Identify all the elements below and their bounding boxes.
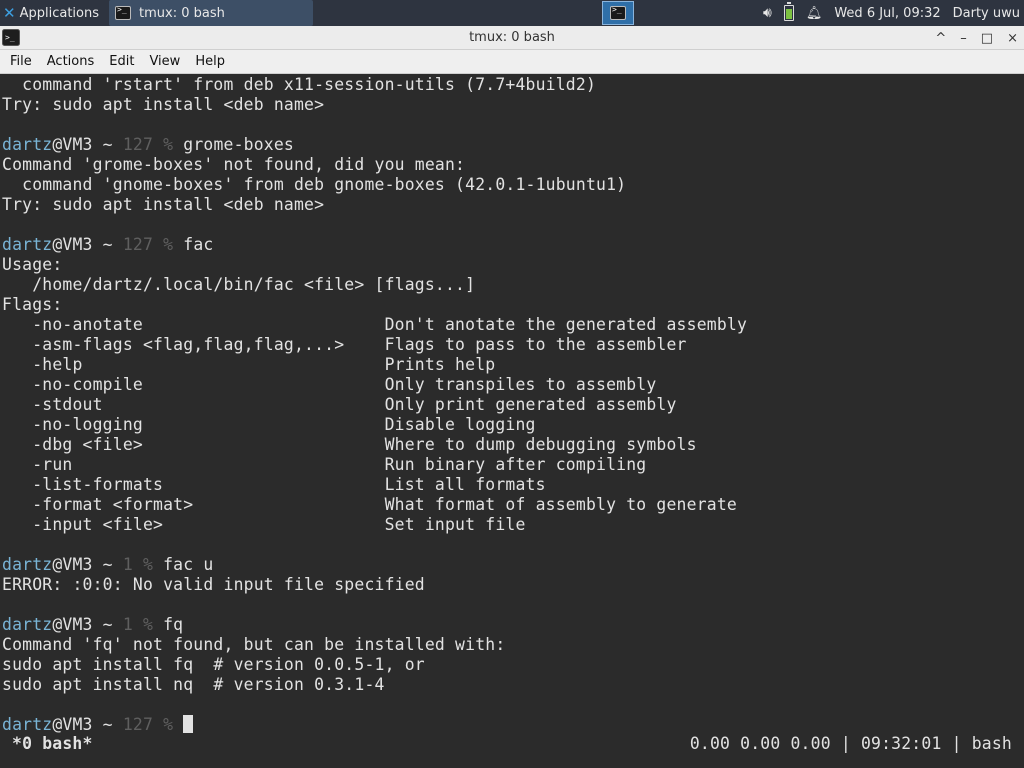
exit-code: 127 %	[122, 235, 184, 254]
output-line: Flags:	[2, 295, 63, 314]
terminal-icon	[115, 5, 131, 20]
exit-code: 1 %	[122, 555, 164, 574]
prompt-host: @VM3 ~	[52, 555, 123, 574]
terminal-window-icon: >_	[2, 29, 20, 46]
taskbar-window-button[interactable]: tmux: 0 bash	[109, 0, 313, 26]
output-line: Command 'grome-boxes' not found, did you…	[2, 155, 466, 174]
taskbar-window-label: tmux: 0 bash	[139, 5, 225, 21]
terminal-area[interactable]: command 'rstart' from deb x11-session-ut…	[0, 75, 1024, 768]
window-title: tmux: 0 bash	[469, 30, 555, 45]
output-line: -stdout Only print generated assembly	[2, 395, 677, 414]
output-line: sudo apt install fq # version 0.0.5-1, o…	[2, 655, 425, 674]
command: fq	[163, 615, 184, 634]
output-line: -asm-flags <flag,flag,flag,...> Flags to…	[2, 335, 687, 354]
user-menu[interactable]: Darty uwu	[953, 6, 1020, 21]
prompt-host: @VM3 ~	[52, 235, 123, 254]
window-titlebar[interactable]: >_ tmux: 0 bash ^ – □ ×	[0, 26, 1024, 50]
output-line: command 'rstart' from deb x11-session-ut…	[2, 75, 597, 94]
output-line: sudo apt install nq # version 0.3.1-4	[2, 675, 385, 694]
text-cursor	[183, 715, 194, 733]
exit-code: 1 %	[122, 615, 164, 634]
prompt-line: dartz@VM3 ~ 127 % grome-boxes	[2, 135, 294, 155]
menubar: File Actions Edit View Help	[0, 50, 1024, 74]
exit-code: 127 %	[122, 135, 184, 154]
notification-bell-icon[interactable]: 🔔︎	[806, 6, 823, 21]
applications-label: Applications	[19, 5, 99, 21]
tmux-status-right: 0.00 0.00 0.00 | 09:32:01 | bash	[689, 734, 1012, 753]
shade-button[interactable]: ^	[935, 31, 946, 46]
output-line: Usage:	[2, 255, 63, 274]
output-line: Try: sudo apt install <deb name>	[2, 95, 325, 114]
menu-edit[interactable]: Edit	[99, 54, 139, 69]
output-line: ERROR: :0:0: No valid input file specifi…	[2, 575, 425, 594]
tmux-status-bar: *0 bash* 0.00 0.00 0.00 | 09:32:01 | bas…	[0, 734, 1024, 754]
menu-view[interactable]: View	[139, 54, 185, 69]
prompt-host: @VM3 ~	[52, 615, 123, 634]
applications-menu-button[interactable]: ✕ Applications	[0, 0, 105, 26]
command: fac u	[163, 555, 214, 574]
output-line: /home/dartz/.local/bin/fac <file> [flags…	[2, 275, 476, 294]
battery-icon[interactable]	[783, 2, 794, 21]
prompt-line: dartz@VM3 ~ 127 % fac	[2, 235, 213, 255]
clock[interactable]: Wed 6 Jul, 09:32	[834, 6, 940, 21]
window-controls: ^ – □ ×	[935, 26, 1018, 50]
prompt-line: dartz@VM3 ~ 1 % fac u	[2, 555, 213, 575]
menu-help[interactable]: Help	[185, 54, 230, 69]
output-line: -input <file> Set input file	[2, 515, 526, 534]
xfce-logo-icon: ✕	[3, 4, 16, 22]
output-line: -no-compile Only transpiles to assembly	[2, 375, 657, 394]
output-line: -list-formats List all formats	[2, 475, 546, 494]
exit-code: 127 %	[122, 715, 184, 734]
prompt-host: @VM3 ~	[52, 135, 123, 154]
menu-file[interactable]: File	[0, 54, 37, 69]
output-line: -run Run binary after compiling	[2, 455, 647, 474]
system-tray: 🔊︎ 🔔︎ Wed 6 Jul, 09:32 Darty uwu	[763, 0, 1024, 26]
prompt-user: dartz	[2, 555, 53, 574]
command: grome-boxes	[183, 135, 294, 154]
prompt-user: dartz	[2, 615, 53, 634]
output-line: command 'gnome-boxes' from deb gnome-box…	[2, 175, 627, 194]
volume-icon[interactable]: 🔊︎	[763, 5, 772, 21]
prompt-user: dartz	[2, 135, 53, 154]
minimize-button[interactable]: –	[960, 31, 967, 46]
command: fac	[183, 235, 214, 254]
output-line: -no-logging Disable logging	[2, 415, 536, 434]
prompt-line: dartz@VM3 ~ 1 % fq	[2, 615, 183, 635]
prompt-line: dartz@VM3 ~ 127 %	[2, 715, 194, 735]
maximize-button[interactable]: □	[981, 31, 993, 46]
prompt-user: dartz	[2, 235, 53, 254]
prompt-user: dartz	[2, 715, 53, 734]
menu-actions[interactable]: Actions	[37, 54, 100, 69]
top-panel: ✕ Applications tmux: 0 bash 🔊︎ 🔔︎ Wed 6 …	[0, 0, 1024, 26]
workspace-switcher[interactable]	[602, 1, 634, 25]
terminal-icon	[610, 5, 626, 20]
svg-text:>_: >_	[5, 33, 15, 42]
output-line: -format <format> What format of assembly…	[2, 495, 737, 514]
close-button[interactable]: ×	[1007, 31, 1018, 46]
output-line: Command 'fq' not found, but can be insta…	[2, 635, 506, 654]
tmux-window-list[interactable]: *0 bash*	[12, 734, 93, 754]
output-line: -dbg <file> Where to dump debugging symb…	[2, 435, 697, 454]
output-line: -no-anotate Don't anotate the generated …	[2, 315, 748, 334]
prompt-host: @VM3 ~	[52, 715, 123, 734]
output-line: -help Prints help	[2, 355, 496, 374]
output-line: Try: sudo apt install <deb name>	[2, 195, 325, 214]
